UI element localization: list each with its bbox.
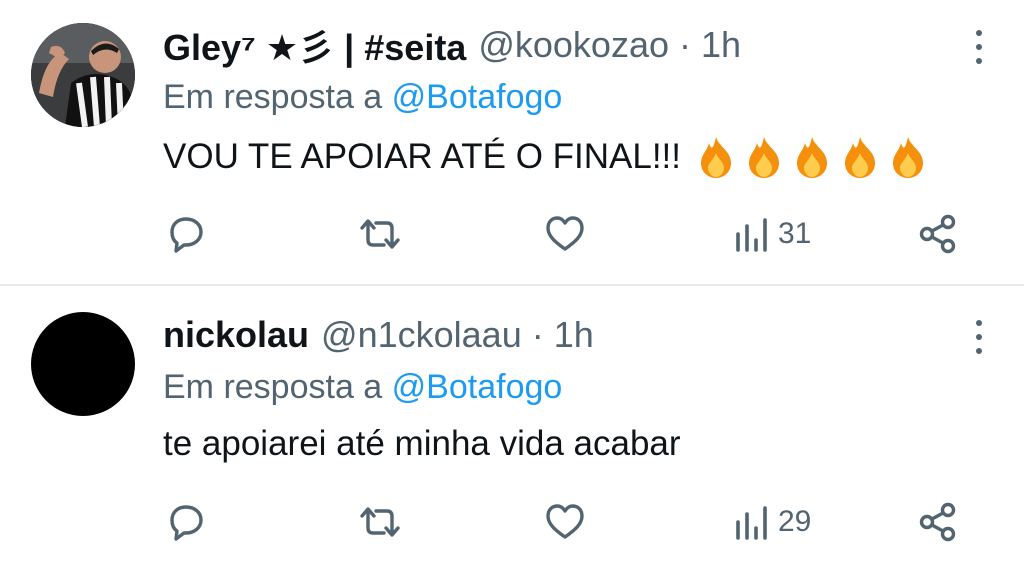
tweet-header: nickolau @n1ckolaau · 1h: [163, 312, 594, 358]
retweet-icon: [360, 219, 400, 249]
reply-prefix: Em resposta a: [163, 368, 383, 406]
separator-dot: ·: [678, 24, 691, 65]
fire-icon: [893, 137, 924, 178]
reply-icon: [170, 217, 203, 253]
heart-icon: [546, 504, 584, 539]
view-count: 31: [778, 217, 812, 250]
avatar[interactable]: [31, 23, 135, 127]
retweet-button[interactable]: [356, 212, 404, 256]
fire-icon: [701, 137, 732, 178]
fire-icon: [749, 137, 780, 178]
reply-prefix: Em resposta a: [163, 78, 383, 116]
reply-icon: [170, 505, 203, 541]
display-name[interactable]: nickolau: [163, 314, 309, 356]
like-button[interactable]: [543, 212, 587, 256]
reply-button[interactable]: [164, 500, 208, 544]
share-button[interactable]: [916, 212, 960, 256]
like-button[interactable]: [543, 500, 587, 544]
reply-context: Em resposta a @Botafogo: [163, 368, 562, 407]
tweet-1[interactable]: Gley⁷ ★彡 | #seita @kookozao · 1h Em resp…: [0, 0, 1024, 284]
heart-icon: [546, 216, 584, 251]
tweet-actions: 29: [0, 500, 1024, 544]
tweet-text: te apoiarei até minha vida acabar: [163, 424, 681, 464]
reply-mention-link[interactable]: @Botafogo: [392, 368, 563, 406]
more-options-icon[interactable]: [974, 30, 984, 64]
tweet-text-content: te apoiarei até minha vida acabar: [163, 424, 681, 463]
share-icon: [919, 214, 956, 254]
timestamp[interactable]: 1h: [701, 24, 741, 66]
analytics-icon: [736, 506, 767, 540]
share-button[interactable]: [916, 500, 960, 544]
tweet-2[interactable]: nickolau @n1ckolaau · 1h Em resposta a @…: [0, 284, 1024, 572]
tweet-header: Gley⁷ ★彡 | #seita @kookozao · 1h: [163, 22, 741, 68]
share-icon: [919, 502, 956, 542]
separator-dot: ·: [531, 314, 544, 355]
reply-context: Em resposta a @Botafogo: [163, 78, 562, 117]
reply-button[interactable]: [164, 212, 208, 256]
avatar-image: [31, 23, 135, 127]
views-button[interactable]: 29: [734, 500, 811, 544]
timestamp[interactable]: 1h: [554, 314, 594, 356]
tweet-text: VOU TE APOIAR ATÉ O FINAL!!!: [163, 135, 927, 179]
tweet-text-content: VOU TE APOIAR ATÉ O FINAL!!!: [163, 137, 682, 176]
views-button[interactable]: 31: [734, 212, 811, 256]
emoji-group: [697, 135, 927, 179]
analytics-icon: [736, 218, 767, 252]
user-handle[interactable]: @kookozao: [478, 24, 669, 66]
display-name[interactable]: Gley⁷ ★彡 | #seita: [163, 19, 466, 71]
tweet-actions: 31: [0, 212, 1024, 256]
retweet-icon: [360, 507, 400, 537]
fire-icon: [797, 137, 828, 178]
reply-mention-link[interactable]: @Botafogo: [392, 78, 563, 116]
view-count: 29: [778, 505, 812, 538]
fire-icon: [845, 137, 876, 178]
retweet-button[interactable]: [356, 500, 404, 544]
avatar[interactable]: [31, 312, 135, 416]
more-options-icon[interactable]: [974, 320, 984, 354]
user-handle[interactable]: @n1ckolaau: [321, 314, 522, 356]
